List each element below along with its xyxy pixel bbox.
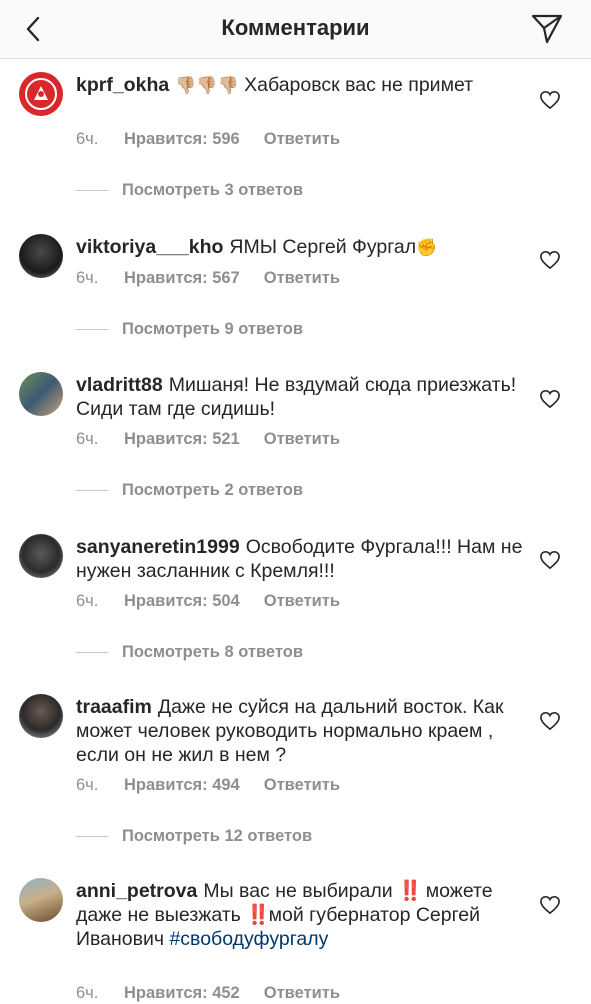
like-count[interactable]: Нравится: 504	[124, 592, 240, 611]
raised-fist-emoji: ✊	[416, 238, 438, 257]
heart-icon[interactable]	[539, 389, 561, 409]
view-replies-link[interactable]: Посмотреть 8 ответов	[76, 643, 303, 662]
comment-body: Хабаровск вас не примет	[244, 74, 474, 96]
heart-icon[interactable]	[539, 90, 561, 110]
like-count[interactable]: Нравится: 521	[124, 430, 240, 449]
heart-icon[interactable]	[539, 550, 561, 570]
comment-body-part-1: Мы вас не выбирали	[203, 880, 393, 902]
comment-meta: 6ч. Нравится: 596 Ответить	[76, 130, 340, 149]
avatar[interactable]	[19, 234, 63, 278]
like-count[interactable]: Нравится: 567	[124, 269, 240, 288]
comment-username[interactable]: anni_petrova	[76, 880, 197, 902]
timestamp: 6ч.	[76, 592, 99, 610]
like-count[interactable]: Нравится: 494	[124, 776, 240, 795]
reply-button[interactable]: Ответить	[264, 269, 340, 288]
reply-button[interactable]: Ответить	[264, 984, 340, 1003]
divider-line	[76, 836, 108, 838]
like-count[interactable]: Нравится: 452	[124, 984, 240, 1003]
avatar[interactable]	[19, 372, 63, 416]
comment-username[interactable]: kprf_okha	[76, 74, 169, 96]
double-exclamation-icon: ‼️	[398, 880, 422, 902]
view-replies-label: Посмотреть 12 ответов	[122, 827, 313, 845]
comment-meta: 6ч. Нравится: 494 Ответить	[76, 776, 340, 795]
hashtag-link[interactable]: #свободуфургалу	[169, 928, 328, 950]
view-replies-label: Посмотреть 3 ответов	[122, 181, 303, 199]
comment-username[interactable]: sanyaneretin1999	[76, 536, 240, 558]
view-replies-label: Посмотреть 8 ответов	[122, 643, 303, 661]
divider-line	[76, 190, 108, 192]
comment-text: viktoriya___kho ЯМЫ Сергей Фургал✊	[76, 235, 526, 260]
comment-username[interactable]: traaafim	[76, 696, 152, 718]
timestamp: 6ч.	[76, 430, 99, 448]
like-count[interactable]: Нравится: 596	[124, 130, 240, 149]
page-title: Комментарии	[221, 15, 370, 40]
logo-icon	[25, 78, 57, 110]
header-bar: Комментарии	[0, 0, 591, 59]
comment-text: sanyaneretin1999 Освободите Фургала!!! На…	[76, 535, 526, 583]
reply-button[interactable]: Ответить	[264, 430, 340, 449]
divider-line	[76, 490, 108, 492]
comment-meta: 6ч. Нравится: 521 Ответить	[76, 430, 340, 449]
timestamp: 6ч.	[76, 984, 99, 1002]
timestamp: 6ч.	[76, 269, 99, 287]
comment-username[interactable]: vladritt88	[76, 374, 163, 396]
avatar[interactable]	[19, 72, 63, 116]
avatar[interactable]	[19, 534, 63, 578]
comment-text: traaafim Даже не суйся на дальний восток.…	[76, 695, 526, 767]
reply-button[interactable]: Ответить	[264, 592, 340, 611]
reply-button[interactable]: Ответить	[264, 130, 340, 149]
view-replies-link[interactable]: Посмотреть 12 ответов	[76, 827, 312, 846]
avatar[interactable]	[19, 878, 63, 922]
heart-icon[interactable]	[539, 895, 561, 915]
reply-button[interactable]: Ответить	[264, 776, 340, 795]
heart-icon[interactable]	[539, 711, 561, 731]
view-replies-link[interactable]: Посмотреть 2 ответов	[76, 481, 303, 500]
thumbs-down-emoji: 👎🏼👎🏼👎🏼	[175, 76, 239, 95]
timestamp: 6ч.	[76, 130, 99, 148]
double-exclamation-icon: ‼️	[246, 904, 270, 926]
view-replies-link[interactable]: Посмотреть 3 ответов	[76, 181, 303, 200]
view-replies-label: Посмотреть 9 ответов	[122, 320, 303, 338]
view-replies-link[interactable]: Посмотреть 9 ответов	[76, 320, 303, 339]
send-icon[interactable]	[529, 10, 565, 46]
divider-line	[76, 652, 108, 654]
view-replies-label: Посмотреть 2 ответов	[122, 481, 303, 499]
comment-meta: 6ч. Нравится: 504 Ответить	[76, 592, 340, 611]
heart-icon[interactable]	[539, 250, 561, 270]
comment-meta: 6ч. Нравится: 452 Ответить	[76, 984, 340, 1003]
timestamp: 6ч.	[76, 776, 99, 794]
comment-text: vladritt88 Мишаня! Не вздумай сюда приезж…	[76, 373, 526, 421]
comment-text: anni_petrova Мы вас не выбирали ‼️ можете…	[76, 879, 526, 951]
comment-username[interactable]: viktoriya___kho	[76, 236, 223, 258]
divider-line	[76, 329, 108, 331]
comment-text: kprf_okha 👎🏼👎🏼👎🏼 Хабаровск вас не примет	[76, 73, 526, 98]
comment-body: ЯМЫ Сергей Фургал	[229, 236, 417, 258]
comment-meta: 6ч. Нравится: 567 Ответить	[76, 269, 340, 288]
avatar[interactable]	[19, 694, 63, 738]
